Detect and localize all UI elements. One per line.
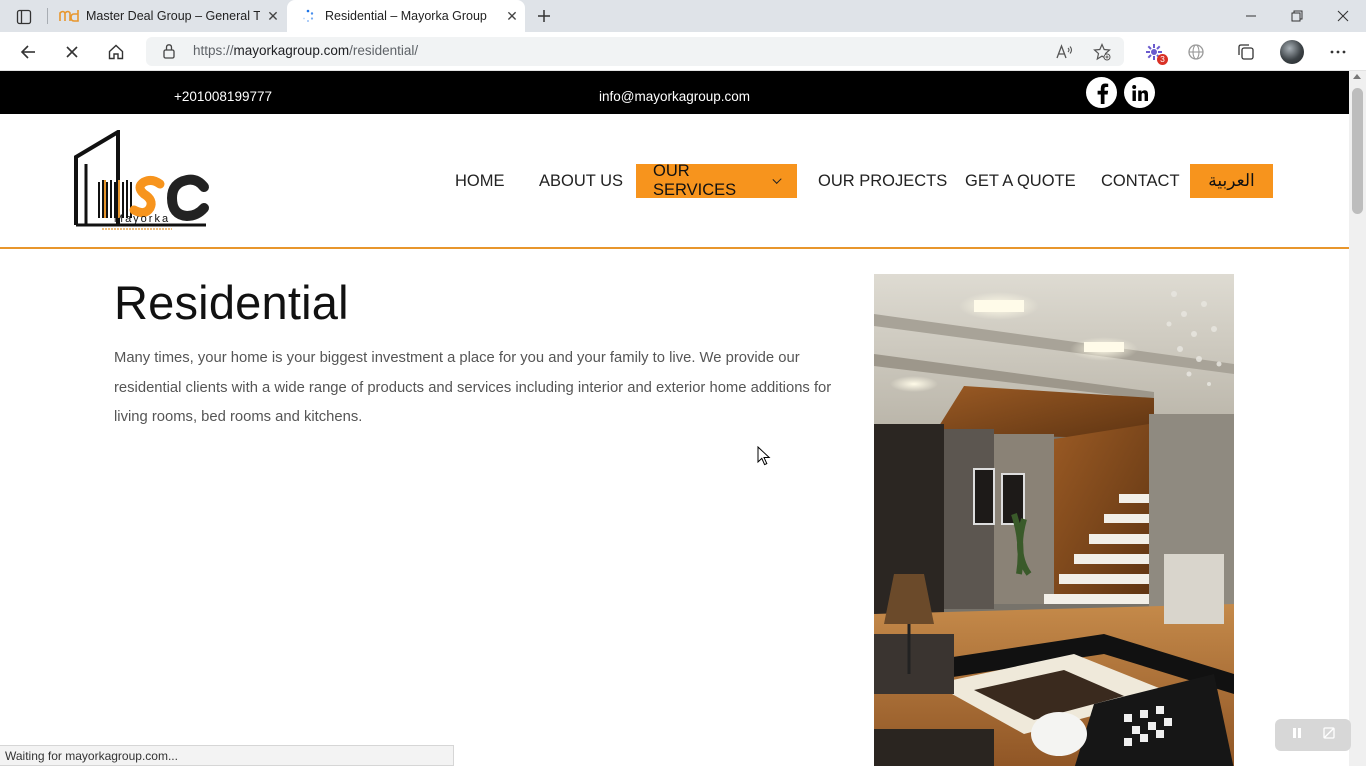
tab-title: Residential – Mayorka Group bbox=[325, 9, 487, 23]
tab-actions-menu-icon[interactable] bbox=[10, 6, 38, 28]
scroll-up-arrow-icon[interactable] bbox=[1353, 74, 1361, 79]
nav-our-projects[interactable]: OUR PROJECTS bbox=[801, 164, 964, 198]
browser-status-bar: Waiting for mayorkagroup.com... bbox=[0, 745, 454, 766]
nav-contact[interactable]: CONTACT bbox=[1084, 164, 1197, 198]
pause-icon[interactable] bbox=[1291, 726, 1303, 744]
close-tab-icon[interactable]: ✕ bbox=[260, 8, 286, 25]
globe-extension-icon[interactable] bbox=[1182, 38, 1210, 66]
restore-icon[interactable] bbox=[1274, 0, 1320, 32]
nav-get-a-quote[interactable]: GET A QUOTE bbox=[948, 164, 1093, 198]
home-icon[interactable] bbox=[102, 38, 130, 66]
collections-icon[interactable] bbox=[1232, 38, 1260, 66]
new-tab-icon[interactable] bbox=[532, 4, 556, 28]
email-address[interactable]: info@mayorkagroup.com bbox=[599, 89, 750, 104]
url-text: https://mayorkagroup.com/residential/ bbox=[193, 43, 419, 58]
browser-toolbar: https://mayorkagroup.com/residential/ 3 bbox=[0, 32, 1366, 71]
scrollbar-thumb[interactable] bbox=[1352, 88, 1363, 214]
page-title: Residential bbox=[114, 276, 349, 329]
close-window-icon[interactable] bbox=[1320, 0, 1366, 32]
loading-spinner-icon bbox=[297, 9, 319, 23]
site-header: Mayorka HOME ABOUT US OUR SERVICES OUR P… bbox=[0, 114, 1349, 249]
media-control-widget[interactable] bbox=[1275, 719, 1351, 751]
favorite-star-icon[interactable] bbox=[1091, 41, 1113, 63]
extension-icon[interactable]: 3 bbox=[1140, 38, 1168, 66]
page-description: Many times, your home is your biggest in… bbox=[114, 350, 832, 425]
page-scrollbar[interactable] bbox=[1349, 71, 1366, 766]
address-bar[interactable]: https://mayorkagroup.com/residential/ bbox=[146, 37, 1124, 66]
nav-our-services[interactable]: OUR SERVICES bbox=[636, 162, 797, 199]
close-tab-icon[interactable]: ✕ bbox=[499, 8, 525, 25]
linkedin-icon[interactable] bbox=[1124, 77, 1155, 108]
facebook-icon[interactable] bbox=[1086, 77, 1117, 108]
nav-about-us[interactable]: ABOUT US bbox=[522, 164, 640, 198]
more-options-icon[interactable] bbox=[1324, 38, 1352, 66]
residential-interior-photo bbox=[874, 274, 1234, 766]
browser-tab-bar: Master Deal Group – General Tra ✕ Reside… bbox=[0, 0, 1366, 32]
back-arrow-icon[interactable] bbox=[14, 38, 42, 66]
chevron-down-icon bbox=[772, 174, 782, 184]
nav-arabic-language[interactable]: العربية bbox=[1190, 164, 1273, 198]
md-favicon-icon bbox=[58, 9, 80, 23]
tab-master-deal-group[interactable]: Master Deal Group – General Tra ✕ bbox=[48, 0, 286, 32]
disable-sound-icon[interactable] bbox=[1322, 726, 1336, 745]
mouse-cursor-icon bbox=[757, 445, 771, 471]
read-aloud-icon[interactable] bbox=[1054, 41, 1076, 63]
lock-icon[interactable] bbox=[162, 43, 176, 64]
mayorka-logo[interactable]: Mayorka bbox=[72, 128, 212, 234]
tab-title: Master Deal Group – General Tra bbox=[86, 9, 260, 23]
profile-avatar[interactable] bbox=[1278, 38, 1306, 66]
contact-top-bar: +201008199777 info@mayorkagroup.com bbox=[0, 71, 1349, 114]
minimize-icon[interactable] bbox=[1228, 0, 1274, 32]
page-viewport: +201008199777 info@mayorkagroup.com Mayo… bbox=[0, 71, 1349, 766]
phone-number[interactable]: +201008199777 bbox=[174, 89, 272, 104]
tab-residential-mayorka[interactable]: Residential – Mayorka Group ✕ bbox=[287, 0, 525, 32]
stop-loading-icon[interactable] bbox=[58, 38, 86, 66]
avatar bbox=[1280, 40, 1304, 64]
logo-text: Mayorka bbox=[114, 213, 170, 225]
nav-home[interactable]: HOME bbox=[438, 164, 522, 198]
extension-badge: 3 bbox=[1157, 54, 1168, 65]
